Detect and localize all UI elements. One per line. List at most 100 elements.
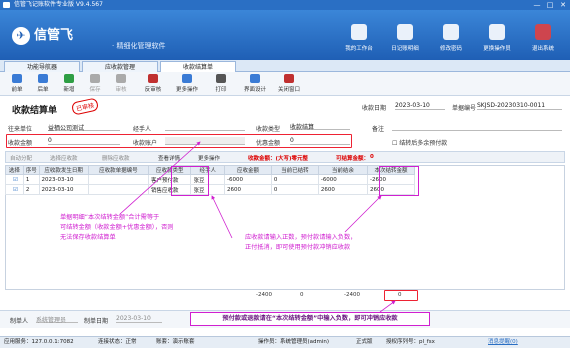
column-header[interactable]: 当前已结转 [270, 165, 319, 175]
table-cell: 0 [270, 184, 319, 195]
column-header[interactable]: 应收款单据编号 [87, 165, 150, 175]
note-field[interactable] [392, 123, 562, 131]
more-button[interactable]: 更多操作 [172, 74, 202, 93]
topnav-user-button[interactable]: 更换操作员 [474, 22, 520, 52]
table-cell [87, 174, 150, 185]
key-icon [443, 24, 459, 40]
receivable-table: 选择 序号 应收款发生日期 应收款单据编号 应收款类型 经手人 应收金额 当前已结转 当前结余本… [5, 165, 416, 195]
maximize-button[interactable]: □ [545, 1, 555, 9]
toolbar-label: 后单 [37, 87, 49, 93]
delete-receivable-button[interactable]: 删除应收款 [102, 154, 130, 162]
docno-field[interactable]: SKJSD-20230310-0011 [477, 102, 562, 110]
grid-more-button[interactable]: 更多操作 [198, 154, 220, 162]
print-icon [216, 74, 226, 83]
note-label: 备注 [372, 126, 385, 133]
date-field[interactable]: 2023-03-10 [395, 102, 445, 110]
design-icon [250, 74, 260, 83]
annotation-bottom: 预付款或退款请在“本次结转金额”中输入负数，即可冲销应收款 [190, 312, 430, 326]
table-cell: -6000 [317, 174, 368, 185]
app-icon [3, 2, 10, 8]
row-checkbox[interactable]: ☑ [5, 184, 24, 195]
audited-stamp: 已审核 [70, 97, 100, 116]
column-header[interactable]: 应收金额 [223, 165, 272, 175]
slogan: · 精细化管理软件 [112, 42, 166, 50]
prev-button[interactable]: 前单 [6, 74, 28, 93]
topnav-ledger-button[interactable]: 日记账明细 [382, 22, 428, 52]
tab-function-navigator[interactable]: 功能导航器 [4, 61, 80, 72]
table-cell: 2023-03-10 [38, 174, 89, 185]
status-connection: 连接状态：正常 [98, 339, 137, 345]
toolbar-label: 更多操作 [175, 87, 198, 93]
annotation-right: 应收款请输入正数，预付款请输入负数， 正付抵消，即可使用预付款冲销应收款 [245, 234, 357, 251]
close-button[interactable]: ✕ [558, 1, 568, 9]
select-receivable-button[interactable]: 选择应收款 [50, 154, 78, 162]
form-title: 收款结算单 [12, 106, 58, 116]
sum-done: 0 [300, 292, 304, 298]
settle-label: 可结算金额： [336, 156, 370, 162]
audit-button[interactable]: 审核 [110, 74, 132, 93]
column-header[interactable]: 当前结余 [317, 165, 368, 175]
topnav-desk-button[interactable]: 我的工作台 [336, 22, 382, 52]
toolbar: 前单 后单 新增 保存 审核 反审核 更多操作 打印 界面设计 关闭窗口 [0, 72, 570, 96]
annotation-left: 单据明细“本次结转金额”合计需等于 可结转金额（收款金额+优惠金额），否则 无法保存… [60, 214, 174, 241]
advance-checkbox[interactable]: ☐ 结转后多余预付款 [392, 138, 447, 147]
next-icon [38, 74, 48, 83]
status-auth: 授权序列号：pl_fsx [386, 339, 435, 345]
next-button[interactable]: 后单 [32, 74, 54, 93]
tab-receivable-management[interactable]: 应收款管理 [82, 61, 158, 72]
column-header[interactable]: 应收款发生日期 [38, 165, 89, 175]
tab-receipt-settlement[interactable]: 收款结算单 [160, 61, 236, 72]
type-label: 收款类型 [256, 126, 281, 133]
header-banner: ✈ 信管飞 · 精细化管理软件 我的工作台 日记账明细 修改密码 更换操作员 退出系统 [0, 10, 570, 60]
title-bar: 信管飞记账软件专业版 V9.4.567 — □ ✕ [0, 0, 570, 10]
column-header[interactable]: 序号 [22, 165, 40, 175]
toolbar-label: 打印 [215, 87, 227, 93]
table-row[interactable]: ☑ 1 2023-03-10 客户预付款 张豆 -6000 0 -6000 -2600 [5, 174, 416, 185]
settle-value: 0 [370, 154, 374, 160]
window-title: 信管飞记账软件专业版 V9.4.567 [14, 1, 103, 8]
unit-label: 往来单位 [8, 126, 33, 133]
add-button[interactable]: 新增 [58, 74, 80, 93]
unit-field[interactable]: 益栖公司测试 [48, 123, 120, 132]
topnav-key-button[interactable]: 修改密码 [428, 22, 474, 52]
grid-toolbar: 自动分配 选择应收款 删除应收款 查看详情 更多操作 收款金额：(大写)零元整 … [5, 151, 565, 163]
row-checkbox[interactable]: ☑ [5, 174, 24, 185]
topnav-label: 日记账明细 [391, 46, 419, 52]
sum-amount: -2400 [256, 292, 272, 298]
print-button[interactable]: 打印 [210, 74, 232, 93]
status-server: 应用服务：127.0.0.1:7082 [4, 339, 74, 345]
table-cell: 2023-03-10 [38, 184, 89, 195]
toolbar-label: 反审核 [144, 87, 162, 93]
table-cell: -6000 [223, 174, 272, 185]
logo-mark-icon: ✈ [12, 26, 30, 45]
unaudit-button[interactable]: 反审核 [138, 74, 168, 93]
status-operator: 操作员：系统管理员(admin) [258, 339, 330, 345]
amount-highlight-box [6, 134, 352, 148]
date-label: 收款日期 [362, 105, 387, 112]
message-reminder-link[interactable]: 消息提醒(0) [488, 337, 518, 348]
save-button[interactable]: 保存 [84, 74, 106, 93]
design-button[interactable]: 界面设计 [240, 74, 270, 93]
unaudit-icon [148, 74, 158, 83]
topnav-exit-button[interactable]: 退出系统 [520, 22, 566, 52]
top-nav: 我的工作台 日记账明细 修改密码 更换操作员 退出系统 [336, 22, 566, 52]
ledger-icon [397, 24, 413, 40]
close-window-button[interactable]: 关闭窗口 [274, 74, 304, 93]
prev-icon [12, 74, 22, 83]
table-row[interactable]: ☑ 2 2023-03-10 销售应收款 张豆 2600 0 2600 2600 [5, 184, 416, 195]
exit-icon [535, 24, 551, 40]
column-header[interactable]: 选择 [5, 165, 24, 175]
logo: ✈ 信管飞 [12, 24, 73, 45]
type-field[interactable]: 收款结算 [290, 122, 350, 131]
add-icon [64, 74, 74, 83]
auto-assign-button[interactable]: 自动分配 [10, 154, 32, 162]
minimize-button[interactable]: — [532, 1, 542, 9]
topnav-label: 更换操作员 [483, 46, 511, 52]
handler-field[interactable] [165, 123, 245, 131]
toolbar-label: 新增 [63, 87, 75, 93]
audit-icon [116, 74, 126, 83]
amount-in-words: 收款金额：(大写)零元整 [248, 156, 309, 162]
desk-icon [351, 24, 367, 40]
toolbar-label: 界面设计 [243, 87, 266, 93]
view-detail-button[interactable]: 查看详情 [158, 154, 180, 162]
